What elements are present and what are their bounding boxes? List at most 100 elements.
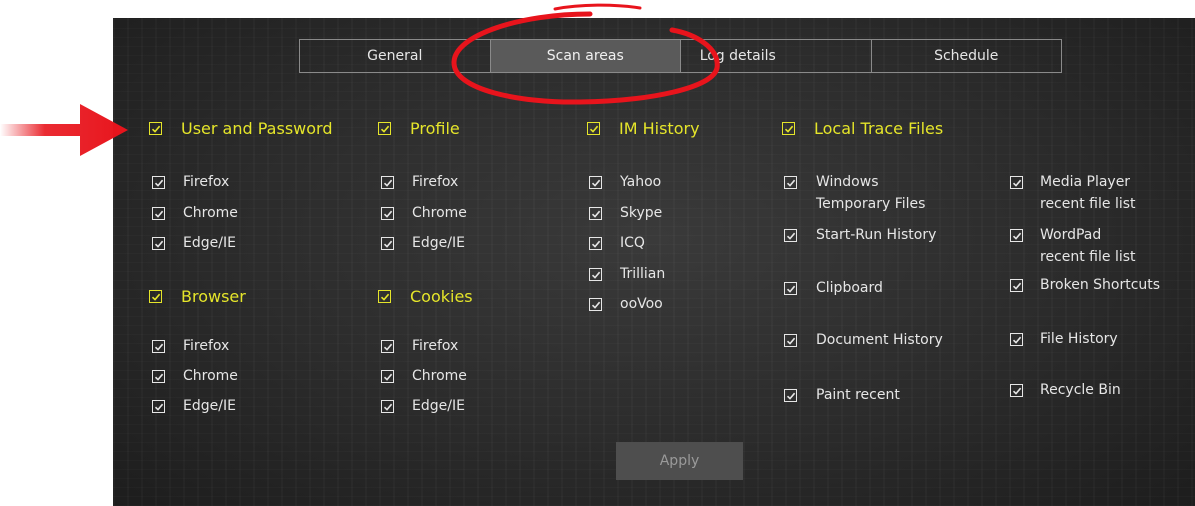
browser-item-0-label: Firefox xyxy=(183,338,230,354)
im-history-item-2-checkbox[interactable] xyxy=(589,237,602,250)
user-password-item-1-label: Chrome xyxy=(183,205,238,221)
section-local-trace-label: Local Trace Files xyxy=(814,119,944,138)
im-history-item-1-checkbox[interactable] xyxy=(589,207,602,220)
section-cookies-label: Cookies xyxy=(410,287,473,306)
checkmark-icon xyxy=(151,125,160,133)
checkmark-icon xyxy=(151,293,160,301)
section-user-password-label: User and Password xyxy=(181,119,333,138)
checkmark-icon xyxy=(380,125,389,133)
user-password-item-2-checkbox[interactable] xyxy=(152,237,165,250)
local-trace-col2-item-2-checkbox[interactable] xyxy=(1010,279,1023,292)
checkmark-icon xyxy=(589,125,598,133)
checkmark-icon xyxy=(591,271,600,279)
browser-item-1-label: Chrome xyxy=(183,368,238,384)
cookies-item-2-checkbox[interactable] xyxy=(381,400,394,413)
checkmark-icon xyxy=(1012,387,1021,395)
local-trace-col1-item-3-label: Document History xyxy=(816,332,943,348)
checkmark-icon xyxy=(154,210,163,218)
checkmark-icon xyxy=(154,403,163,411)
settings-panel: General Scan areas Log details Schedule … xyxy=(113,18,1195,506)
section-user-password-checkbox[interactable] xyxy=(149,122,162,135)
im-history-item-3-checkbox[interactable] xyxy=(589,268,602,281)
local-trace-col2-item-4-checkbox[interactable] xyxy=(1010,384,1023,397)
im-history-item-4-label: ooVoo xyxy=(620,296,663,312)
checkmark-icon xyxy=(1012,282,1021,290)
browser-item-2-checkbox[interactable] xyxy=(152,400,165,413)
tab-scan-areas-label: Scan areas xyxy=(546,48,624,64)
profile-item-2-label: Edge/IE xyxy=(412,235,465,251)
checkmark-icon xyxy=(154,373,163,381)
profile-item-2-checkbox[interactable] xyxy=(381,237,394,250)
cookies-item-0-label: Firefox xyxy=(412,338,459,354)
checkmark-icon xyxy=(383,179,392,187)
section-profile-label: Profile xyxy=(410,119,460,138)
im-history-item-2-label: ICQ xyxy=(620,235,645,251)
local-trace-col1-item-3-checkbox[interactable] xyxy=(784,334,797,347)
checkmark-icon xyxy=(591,301,600,309)
im-history-item-0-label: Yahoo xyxy=(620,174,662,190)
user-password-item-1-checkbox[interactable] xyxy=(152,207,165,220)
checkmark-icon xyxy=(786,179,795,187)
local-trace-col2-item-1-checkbox[interactable] xyxy=(1010,229,1023,242)
local-trace-col1-item-0-checkbox[interactable] xyxy=(784,176,797,189)
local-trace-col2-item-0-label: Media Player recent file list xyxy=(1040,174,1136,212)
checkmark-icon xyxy=(786,392,795,400)
local-trace-col1-item-2-checkbox[interactable] xyxy=(784,282,797,295)
cookies-item-1-checkbox[interactable] xyxy=(381,370,394,383)
browser-item-0-checkbox[interactable] xyxy=(152,340,165,353)
checkmark-icon xyxy=(154,343,163,351)
checkmark-icon xyxy=(383,373,392,381)
local-trace-col2-item-4-label: Recycle Bin xyxy=(1040,382,1121,398)
checkmark-icon xyxy=(383,240,392,248)
checkmark-icon xyxy=(591,240,600,248)
tab-scan-areas[interactable]: Scan areas xyxy=(490,40,681,72)
section-local-trace-checkbox[interactable] xyxy=(782,122,795,135)
checkmark-icon xyxy=(786,285,795,293)
im-history-item-0-checkbox[interactable] xyxy=(589,176,602,189)
tab-general[interactable]: General xyxy=(300,40,491,72)
cookies-item-1-label: Chrome xyxy=(412,368,467,384)
im-history-item-1-label: Skype xyxy=(620,205,663,221)
cookies-item-0-checkbox[interactable] xyxy=(381,340,394,353)
tab-log-details[interactable]: Log details xyxy=(681,40,872,72)
section-browser-label: Browser xyxy=(181,287,246,306)
local-trace-col1-item-4-label: Paint recent xyxy=(816,387,900,403)
profile-item-1-checkbox[interactable] xyxy=(381,207,394,220)
section-im-history-label: IM History xyxy=(619,119,700,138)
browser-item-2-label: Edge/IE xyxy=(183,398,236,414)
checkmark-icon xyxy=(1012,336,1021,344)
local-trace-col2-item-1-label: WordPad recent file list xyxy=(1040,227,1136,265)
local-trace-col1-item-1-label: Start-Run History xyxy=(816,227,937,243)
checkmark-icon xyxy=(1012,179,1021,187)
checkmark-icon xyxy=(383,403,392,411)
cookies-item-2-label: Edge/IE xyxy=(412,398,465,414)
local-trace-col2-item-3-checkbox[interactable] xyxy=(1010,333,1023,346)
checkmark-icon xyxy=(154,179,163,187)
local-trace-col2-item-3-label: File History xyxy=(1040,331,1118,347)
checkmark-icon xyxy=(383,343,392,351)
section-profile-checkbox[interactable] xyxy=(378,122,391,135)
tab-general-label: General xyxy=(367,48,423,64)
section-cookies-checkbox[interactable] xyxy=(378,290,391,303)
checkmark-icon xyxy=(591,210,600,218)
checkmark-icon xyxy=(380,293,389,301)
apply-button[interactable]: Apply xyxy=(616,442,743,480)
profile-item-0-label: Firefox xyxy=(412,174,459,190)
im-history-item-4-checkbox[interactable] xyxy=(589,298,602,311)
section-browser-checkbox[interactable] xyxy=(149,290,162,303)
checkmark-icon xyxy=(383,210,392,218)
tab-schedule[interactable]: Schedule xyxy=(872,40,1062,72)
local-trace-col1-item-4-checkbox[interactable] xyxy=(784,389,797,402)
checkmark-icon xyxy=(1012,232,1021,240)
local-trace-col1-item-1-checkbox[interactable] xyxy=(784,229,797,242)
profile-item-0-checkbox[interactable] xyxy=(381,176,394,189)
section-im-history-checkbox[interactable] xyxy=(587,122,600,135)
browser-item-1-checkbox[interactable] xyxy=(152,370,165,383)
checkmark-icon xyxy=(591,179,600,187)
local-trace-col2-item-2-label: Broken Shortcuts xyxy=(1040,277,1161,293)
user-password-item-2-label: Edge/IE xyxy=(183,235,236,251)
local-trace-col1-item-2-label: Clipboard xyxy=(816,280,883,296)
tab-schedule-label: Schedule xyxy=(934,48,999,64)
local-trace-col2-item-0-checkbox[interactable] xyxy=(1010,176,1023,189)
user-password-item-0-checkbox[interactable] xyxy=(152,176,165,189)
